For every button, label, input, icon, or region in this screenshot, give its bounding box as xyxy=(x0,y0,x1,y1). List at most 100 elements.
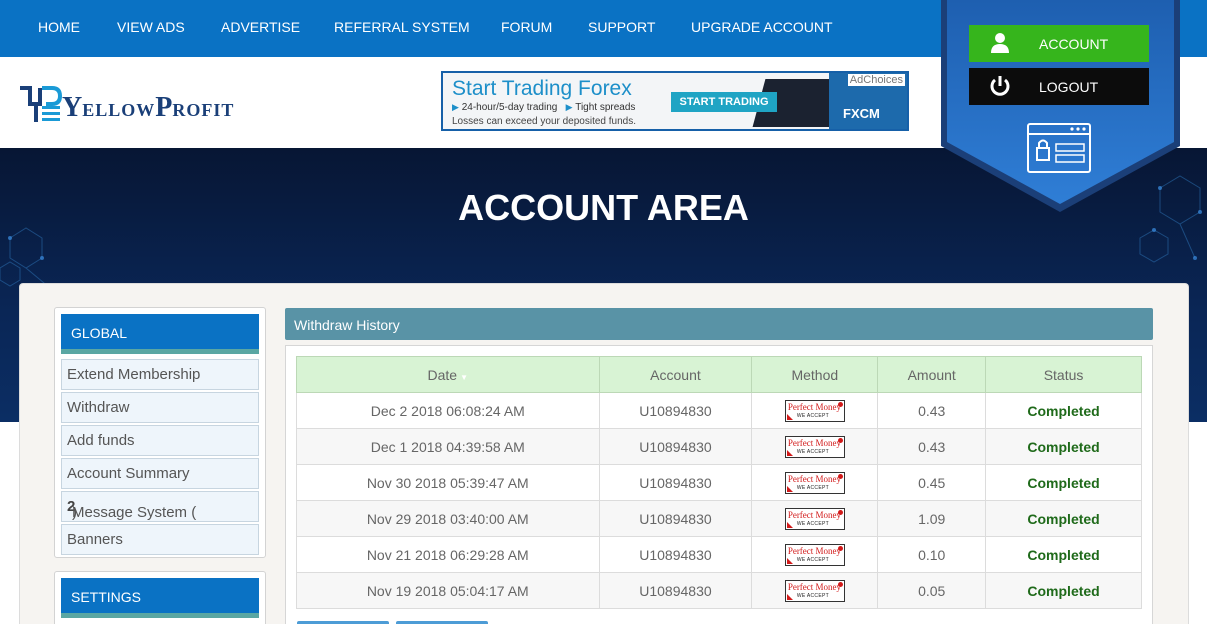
sidebar-item-label: Add funds xyxy=(67,432,135,449)
perfect-money-logo-icon: Perfect Money WE ACCEPT xyxy=(784,435,845,458)
we-accept-text: WE ACCEPT xyxy=(796,448,829,455)
nav-support[interactable]: SUPPORT xyxy=(588,19,655,35)
we-accept-text: WE ACCEPT xyxy=(796,412,829,419)
nav-forum[interactable]: FORUM xyxy=(501,19,552,35)
ad-bullets: ▶ 24-hour/5-day trading ▶ Tight spreads xyxy=(452,102,635,113)
cell-status: Completed xyxy=(985,536,1142,573)
column-status[interactable]: Status xyxy=(985,356,1142,393)
site-logo[interactable]: YELLOWPROFIT xyxy=(18,84,258,124)
cell-method: Perfect Money WE ACCEPT xyxy=(751,572,879,609)
cell-date: Nov 29 2018 03:40:00 AM xyxy=(296,500,600,537)
logo-word-ellow: ELLOW xyxy=(82,100,156,120)
cell-status: Completed xyxy=(985,464,1142,501)
nav-referral-system[interactable]: REFERRAL SYSTEM xyxy=(334,19,470,35)
logo-corner-icon xyxy=(786,557,793,564)
cell-account: U10894830 xyxy=(598,572,753,609)
account-button-label: ACCOUNT xyxy=(1039,36,1109,52)
ad-choices-link[interactable]: AdChoices xyxy=(847,74,905,86)
cell-date: Nov 30 2018 05:39:47 AM xyxy=(296,464,600,501)
cell-status: Completed xyxy=(985,392,1142,429)
cell-amount: 0.43 xyxy=(877,392,987,429)
cell-amount: 1.09 xyxy=(877,500,987,537)
logout-button[interactable]: LOGOUT xyxy=(969,68,1149,105)
sidebar-global-header: GLOBAL xyxy=(61,314,259,354)
sidebar-item-withdraw[interactable]: Withdraw xyxy=(61,392,259,423)
cell-date: Dec 2 2018 06:08:24 AM xyxy=(296,392,600,429)
power-icon xyxy=(990,76,1010,96)
sidebar-global-title: GLOBAL xyxy=(71,325,128,341)
nav-advertise[interactable]: ADVERTISE xyxy=(221,19,300,35)
nav-view-ads[interactable]: VIEW ADS xyxy=(117,19,185,35)
sidebar-item-add-funds[interactable]: Add funds xyxy=(61,425,259,456)
secure-login-icon xyxy=(1027,123,1091,173)
perfect-money-logo-icon: Perfect Money WE ACCEPT xyxy=(784,543,845,566)
ad-title: Start Trading Forex xyxy=(452,77,632,100)
ad-bullet-2: Tight spreads xyxy=(575,102,636,113)
sidebar-item-account-summary[interactable]: Account Summary xyxy=(61,458,259,489)
withdraw-history-title: Withdraw History xyxy=(294,317,400,333)
perfect-money-text: Perfect Money xyxy=(787,437,842,448)
cell-status: Completed xyxy=(985,500,1142,537)
logo-corner-icon xyxy=(786,593,793,600)
cell-amount: 0.45 xyxy=(877,464,987,501)
cell-method: Perfect Money WE ACCEPT xyxy=(751,428,879,465)
sidebar-global: GLOBAL Extend Membership Withdraw Add fu… xyxy=(54,307,266,558)
table-row: Nov 29 2018 03:40:00 AM U10894830 Perfect … xyxy=(296,500,1142,537)
cell-method: Perfect Money WE ACCEPT xyxy=(751,536,879,573)
perfect-money-text: Perfect Money xyxy=(787,545,842,556)
perfect-money-logo-icon: Perfect Money WE ACCEPT xyxy=(784,579,845,602)
perfect-money-text: Perfect Money xyxy=(787,509,842,520)
nav-home[interactable]: HOME xyxy=(38,19,80,35)
cell-status: Completed xyxy=(985,572,1142,609)
perfect-money-text: Perfect Money xyxy=(787,581,842,592)
cell-date: Nov 19 2018 05:04:17 AM xyxy=(296,572,600,609)
ad-brand-logo: FXCM xyxy=(843,106,880,121)
column-account[interactable]: Account xyxy=(598,356,753,393)
table-row: Nov 19 2018 05:04:17 AM U10894830 Perfect … xyxy=(296,572,1142,609)
sidebar-item-banners[interactable]: Banners xyxy=(61,524,259,555)
start-trading-button[interactable]: START TRADING xyxy=(671,92,777,112)
sidebar-item-extend-membership[interactable]: Extend Membership xyxy=(61,359,259,390)
sidebar-item-message-system[interactable]: Message System (2) xyxy=(61,491,259,522)
column-date-label: Date xyxy=(427,366,458,383)
cell-amount: 0.10 xyxy=(877,536,987,573)
sidebar-item-label: Account Summary xyxy=(67,465,190,482)
we-accept-text: WE ACCEPT xyxy=(796,484,829,491)
logo-corner-icon xyxy=(786,521,793,528)
sidebar-item-label: Extend Membership xyxy=(67,366,201,383)
account-button[interactable]: ACCOUNT xyxy=(969,25,1149,62)
cell-account: U10894830 xyxy=(598,500,753,537)
sidebar-item-label: Message System (2) xyxy=(67,498,196,521)
nav-upgrade-account[interactable]: UPGRADE ACCOUNT xyxy=(691,19,833,35)
logo-letter-p: P xyxy=(155,92,173,123)
perfect-money-text: Perfect Money xyxy=(787,473,842,484)
ad-banner[interactable]: Start Trading Forex ▶ 24-hour/5-day trad… xyxy=(441,71,909,131)
perfect-money-logo-icon: Perfect Money WE ACCEPT xyxy=(784,399,845,422)
logo-dot-icon xyxy=(837,473,843,479)
cell-date: Nov 21 2018 06:29:28 AM xyxy=(296,536,600,573)
cell-method: Perfect Money WE ACCEPT xyxy=(751,464,879,501)
table-row: Nov 30 2018 05:39:47 AM U10894830 Perfect … xyxy=(296,464,1142,501)
sidebar-settings: SETTINGS xyxy=(54,571,266,624)
ad-bullet-1: 24-hour/5-day trading xyxy=(461,102,558,113)
sidebar-item-label: Banners xyxy=(67,531,123,548)
we-accept-text: WE ACCEPT xyxy=(796,520,829,527)
logo-letter-y: Y xyxy=(62,92,83,123)
cell-account: U10894830 xyxy=(598,536,753,573)
column-method[interactable]: Method xyxy=(751,356,879,393)
logout-button-label: LOGOUT xyxy=(1039,79,1099,95)
withdraw-history-header: Withdraw History xyxy=(285,308,1153,340)
logo-corner-icon xyxy=(786,485,793,492)
column-amount[interactable]: Amount xyxy=(877,356,987,393)
column-date[interactable]: Date ▼ xyxy=(296,356,600,393)
logo-dot-icon xyxy=(837,437,843,443)
table-header-row: Date ▼ Account Method Amount Status xyxy=(296,356,1142,393)
logo-corner-icon xyxy=(786,449,793,456)
cell-status: Completed xyxy=(985,428,1142,465)
logo-text: YELLOWPROFIT xyxy=(62,92,234,124)
sidebar-settings-header: SETTINGS xyxy=(61,578,259,618)
we-accept-text: WE ACCEPT xyxy=(796,556,829,563)
cell-amount: 0.05 xyxy=(877,572,987,609)
bullet-triangle-icon: ▶ xyxy=(452,102,459,112)
user-icon xyxy=(991,33,1009,53)
